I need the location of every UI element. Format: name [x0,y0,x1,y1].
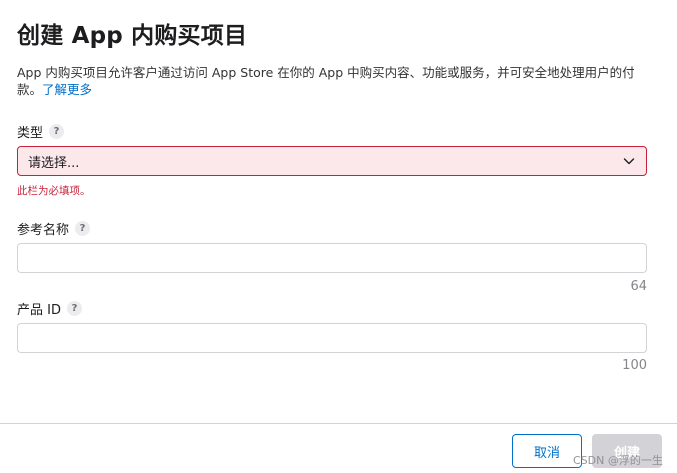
watermark: CSDN @浮的一生 [573,454,663,467]
product-id-help-icon[interactable]: ? [66,301,82,316]
learn-more-link[interactable]: 了解更多 [42,82,92,97]
create-iap-dialog: 创建 App 内购买项目 App 内购买项目允许客户通过访问 App Store… [0,0,677,473]
type-label: 类型 [17,126,44,141]
reference-name-label: 参考名称 [17,223,70,238]
type-select[interactable]: 请选择... [17,146,647,176]
footer-divider [0,423,677,424]
reference-name-help-icon[interactable]: ? [75,221,91,236]
type-error-message: 此栏为必填项。 [17,185,91,197]
reference-name-input[interactable] [17,243,647,273]
product-id-label: 产品 ID [17,303,61,318]
reference-name-field-label: 参考名称 ? [17,219,91,238]
type-help-icon[interactable]: ? [49,124,65,139]
product-id-field-label: 产品 ID ? [17,299,82,318]
type-field-label: 类型 ? [17,122,65,141]
description-text: App 内购买项目允许客户通过访问 App Store 在你的 App 中购买内… [17,65,635,97]
dialog-description: App 内购买项目允许客户通过访问 App Store 在你的 App 中购买内… [17,64,657,98]
dialog-title: 创建 App 内购买项目 [17,23,248,49]
reference-name-char-limit: 64 [630,279,647,294]
type-select-value: 请选择... [28,155,80,171]
cancel-button[interactable]: 取消 [512,434,582,468]
product-id-input[interactable] [17,323,647,353]
chevron-down-icon [623,158,635,165]
product-id-char-limit: 100 [622,358,647,373]
